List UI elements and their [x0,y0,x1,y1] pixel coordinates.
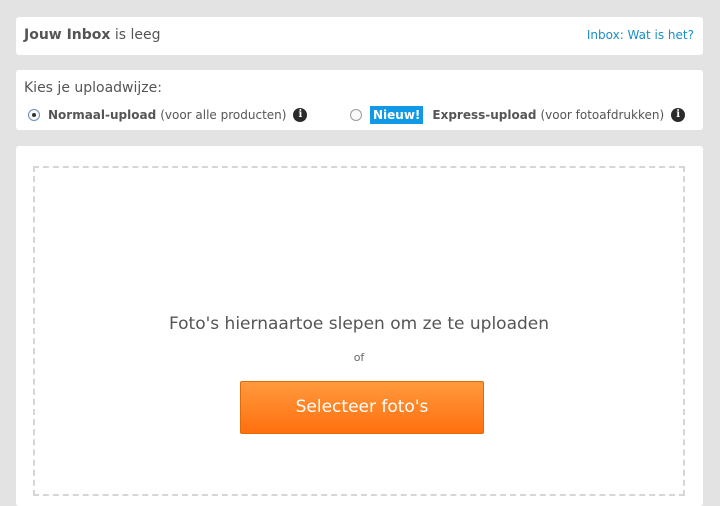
inbox-title: Jouw Inbox [24,27,111,43]
normal-upload-note: (voor alle producten) [160,108,287,122]
upload-mode-panel: Kies je uploadwijze: Normaal-upload (voo… [16,70,703,130]
express-upload-label: Express-upload [432,108,537,122]
express-upload-radio[interactable] [350,109,362,121]
inbox-bar: Jouw Inbox is leeg Inbox: Wat is het? [16,17,703,55]
photo-drop-zone[interactable]: Foto's hiernaartoe slepen om ze te uploa… [33,166,685,496]
upload-mode-title: Kies je uploadwijze: [24,80,162,96]
normal-upload-label: Normaal-upload [48,108,157,122]
express-upload-info-icon[interactable]: i [671,108,686,122]
inbox-status-text: is leeg [110,27,161,43]
normal-upload-option[interactable]: Normaal-upload (voor alle producten) i [28,106,308,124]
new-badge: Nieuw! [370,106,424,124]
select-photos-button[interactable]: Selecteer foto's [240,381,484,434]
drop-instruction: Foto's hiernaartoe slepen om ze te uploa… [168,314,550,334]
express-upload-option[interactable]: Nieuw! Express-upload (voor fotoafdrukke… [350,106,686,124]
normal-upload-info-icon[interactable]: i [293,108,308,122]
or-separator: of [353,351,365,364]
express-upload-note: (voor fotoafdrukken) [540,108,665,122]
normal-upload-radio[interactable] [28,109,40,121]
inbox-status: Jouw Inbox is leeg [24,27,161,43]
inbox-help-link[interactable]: Inbox: Wat is het? [587,28,694,42]
upload-panel: Foto's hiernaartoe slepen om ze te uploa… [16,146,703,506]
